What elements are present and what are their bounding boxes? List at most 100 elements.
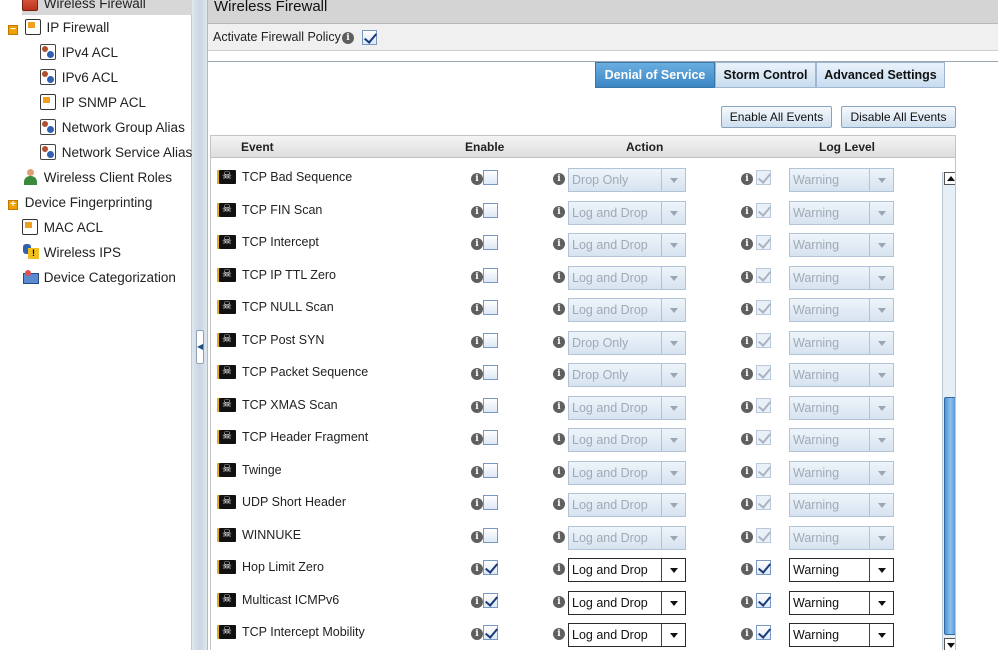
tab-denial-of-service[interactable]: Denial of Service bbox=[595, 62, 715, 88]
chevron-down-icon[interactable] bbox=[661, 494, 685, 516]
info-icon[interactable]: i bbox=[741, 270, 753, 283]
chevron-down-icon[interactable] bbox=[869, 429, 893, 451]
enable-checkbox[interactable] bbox=[483, 170, 498, 185]
scroll-up-icon[interactable] bbox=[944, 172, 955, 185]
action-select[interactable]: Log and Drop bbox=[568, 265, 686, 290]
enable-checkbox[interactable] bbox=[483, 560, 498, 575]
info-icon[interactable]: i bbox=[741, 238, 753, 250]
chevron-down-icon[interactable] bbox=[869, 494, 893, 516]
log-checkbox[interactable] bbox=[756, 462, 771, 478]
log-checkbox[interactable] bbox=[756, 365, 771, 380]
enable-checkbox[interactable] bbox=[483, 365, 498, 380]
log-level-select[interactable]: Warning bbox=[789, 525, 894, 550]
log-level-select[interactable]: Warning bbox=[789, 428, 894, 452]
log-level-select[interactable]: Warning bbox=[789, 558, 894, 582]
info-icon[interactable]: i bbox=[471, 368, 483, 380]
chevron-down-icon[interactable] bbox=[661, 299, 685, 321]
log-level-select[interactable]: Warning bbox=[789, 265, 894, 290]
nav-item-ipv6-acl[interactable]: IPv6 ACL bbox=[40, 67, 118, 89]
enable-checkbox[interactable] bbox=[483, 332, 498, 348]
info-icon[interactable]: i bbox=[553, 238, 565, 250]
chevron-down-icon[interactable] bbox=[869, 624, 893, 646]
chevron-down-icon[interactable] bbox=[869, 591, 893, 614]
info-icon[interactable]: i bbox=[471, 173, 483, 185]
info-icon[interactable]: i bbox=[471, 563, 483, 575]
info-icon[interactable]: i bbox=[741, 530, 753, 543]
chevron-down-icon[interactable] bbox=[661, 169, 685, 191]
chevron-down-icon[interactable] bbox=[661, 234, 685, 256]
enable-all-events-button[interactable]: Enable All Events bbox=[721, 106, 832, 128]
log-level-select[interactable]: Warning bbox=[789, 623, 894, 647]
info-icon[interactable]: i bbox=[741, 368, 753, 380]
nav-item-mac-acl[interactable]: MAC ACL bbox=[22, 217, 103, 239]
enable-checkbox[interactable] bbox=[483, 592, 498, 608]
action-select[interactable]: Log and Drop bbox=[568, 428, 686, 452]
nav-item-network-group-alias[interactable]: Network Group Alias bbox=[40, 117, 185, 139]
log-level-select[interactable]: Warning bbox=[789, 298, 894, 322]
info-icon[interactable]: i bbox=[741, 465, 753, 478]
info-icon[interactable]: i bbox=[471, 205, 483, 218]
action-select[interactable]: Log and Drop bbox=[568, 233, 686, 257]
info-icon[interactable]: i bbox=[741, 173, 753, 185]
info-icon[interactable]: i bbox=[553, 595, 565, 608]
enable-checkbox[interactable] bbox=[483, 267, 498, 283]
info-icon[interactable]: i bbox=[553, 173, 565, 185]
action-select[interactable]: Log and Drop bbox=[568, 298, 686, 322]
log-level-select[interactable]: Warning bbox=[789, 233, 894, 257]
chevron-down-icon[interactable] bbox=[869, 299, 893, 321]
action-select[interactable]: Log and Drop bbox=[568, 460, 686, 485]
chevron-down-icon[interactable] bbox=[869, 396, 893, 419]
info-icon[interactable]: i bbox=[471, 530, 483, 543]
log-level-select[interactable]: Warning bbox=[789, 590, 894, 615]
log-level-select[interactable]: Warning bbox=[789, 200, 894, 225]
chevron-down-icon[interactable] bbox=[661, 201, 685, 224]
log-level-select[interactable]: Warning bbox=[789, 493, 894, 517]
info-icon[interactable]: i bbox=[741, 563, 753, 575]
info-icon[interactable]: i bbox=[471, 238, 483, 250]
info-icon[interactable]: i bbox=[471, 400, 483, 413]
nav-item-wireless-firewall[interactable]: Wireless Firewall bbox=[22, 0, 192, 15]
log-level-select[interactable]: Warning bbox=[789, 330, 894, 355]
info-icon[interactable]: i bbox=[741, 498, 753, 510]
info-icon[interactable]: i bbox=[471, 465, 483, 478]
enable-checkbox[interactable] bbox=[483, 300, 498, 315]
info-icon[interactable]: i bbox=[741, 205, 753, 218]
info-icon[interactable]: i bbox=[553, 498, 565, 510]
log-checkbox[interactable] bbox=[756, 235, 771, 250]
chevron-down-icon[interactable] bbox=[661, 461, 685, 484]
log-checkbox[interactable] bbox=[756, 592, 771, 608]
chevron-down-icon[interactable] bbox=[661, 364, 685, 386]
chevron-down-icon[interactable] bbox=[869, 331, 893, 354]
info-icon[interactable]: i bbox=[471, 335, 483, 348]
log-checkbox[interactable] bbox=[756, 397, 771, 413]
info-icon[interactable]: i bbox=[553, 335, 565, 348]
log-checkbox[interactable] bbox=[756, 430, 771, 445]
info-icon[interactable]: i bbox=[471, 628, 483, 640]
nav-item-wireless-client-roles[interactable]: Wireless Client Roles bbox=[22, 167, 172, 189]
action-select[interactable]: Log and Drop bbox=[568, 558, 686, 582]
chevron-down-icon[interactable] bbox=[661, 559, 685, 581]
log-checkbox[interactable] bbox=[756, 495, 771, 510]
info-icon[interactable]: i bbox=[741, 595, 753, 608]
chevron-down-icon[interactable] bbox=[661, 591, 685, 614]
chevron-down-icon[interactable] bbox=[869, 461, 893, 484]
chevron-down-icon[interactable] bbox=[869, 559, 893, 581]
activate-policy-checkbox[interactable] bbox=[362, 30, 377, 45]
enable-checkbox[interactable] bbox=[483, 430, 498, 445]
info-icon[interactable]: i bbox=[553, 270, 565, 283]
chevron-down-icon[interactable] bbox=[869, 526, 893, 549]
nav-item-wireless-ips[interactable]: Wireless IPS bbox=[22, 242, 121, 264]
tab-storm-control[interactable]: Storm Control bbox=[715, 62, 816, 88]
chevron-down-icon[interactable] bbox=[661, 331, 685, 354]
action-select[interactable]: Log and Drop bbox=[568, 590, 686, 615]
action-select[interactable]: Log and Drop bbox=[568, 200, 686, 225]
vertical-scrollbar[interactable] bbox=[942, 172, 955, 650]
action-select[interactable]: Log and Drop bbox=[568, 493, 686, 517]
action-select[interactable]: Drop Only bbox=[568, 330, 686, 355]
chevron-down-icon[interactable] bbox=[869, 234, 893, 256]
chevron-down-icon[interactable] bbox=[869, 266, 893, 289]
chevron-down-icon[interactable] bbox=[661, 624, 685, 646]
enable-checkbox[interactable] bbox=[483, 462, 498, 478]
nav-item-device-fingerprinting[interactable]: + Device Fingerprinting bbox=[8, 192, 152, 214]
log-checkbox[interactable] bbox=[756, 202, 771, 218]
